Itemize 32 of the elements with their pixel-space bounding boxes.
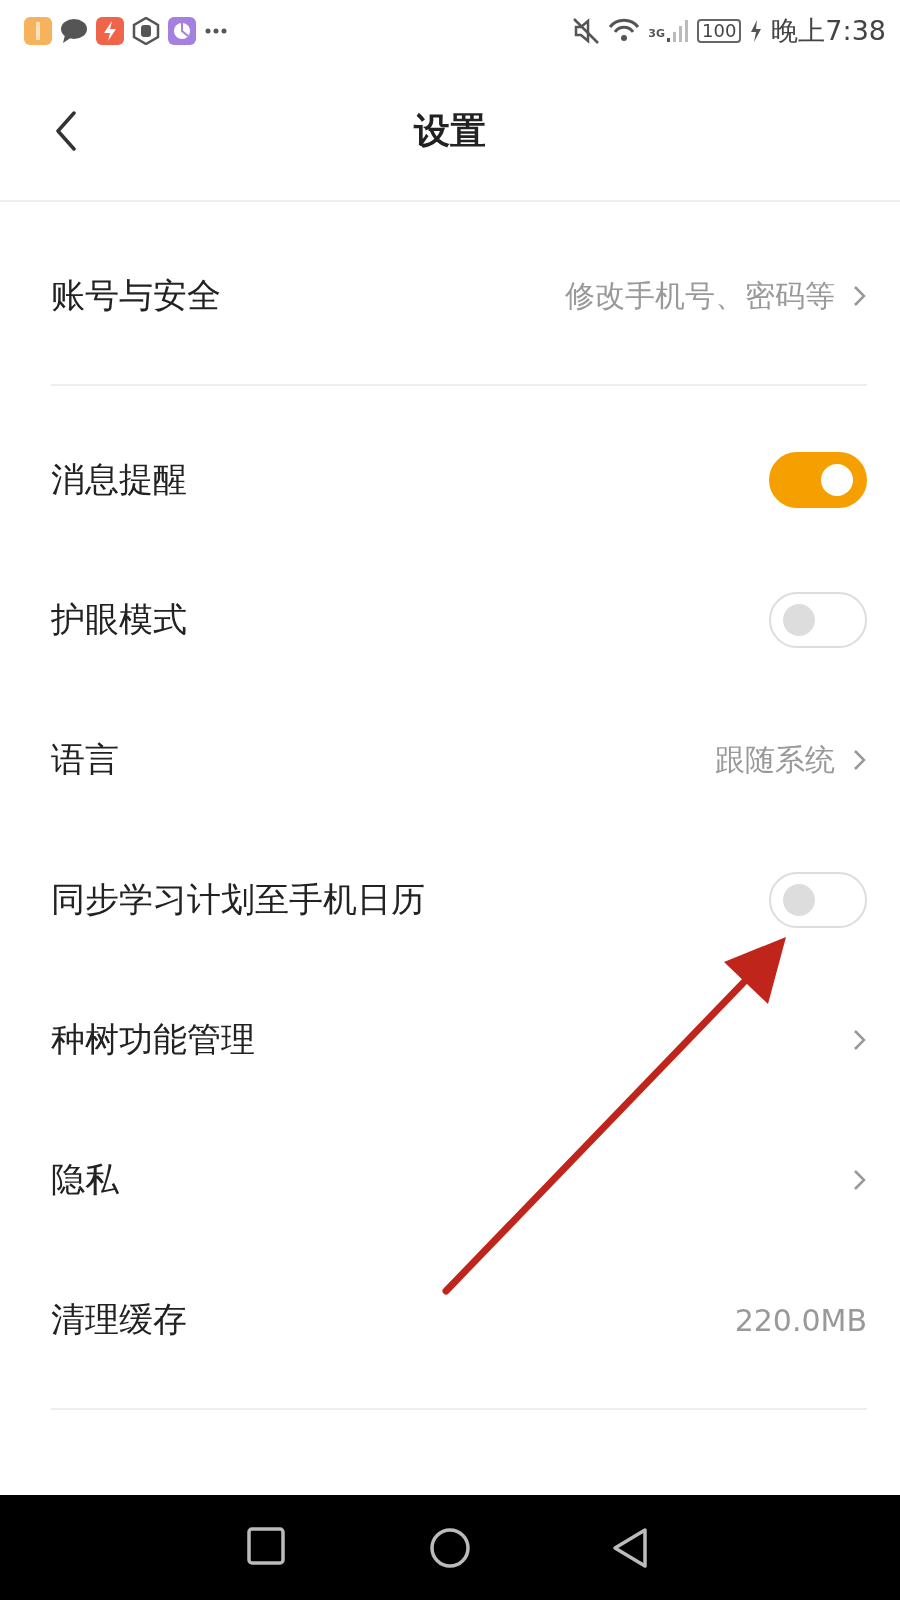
chevron-right-icon [853,285,867,307]
chat-bubble-icon [60,17,88,45]
back-icon [54,111,78,151]
charging-icon [749,19,764,43]
setting-value: 修改手机号、密码等 [565,276,835,315]
toggle-switch[interactable] [769,452,867,508]
chart-app-icon [168,17,196,45]
setting-label: 护眼模式 [51,598,188,641]
chevron-right-icon [853,1169,867,1191]
lightning-icon [96,17,124,45]
setting-label: 清理缓存 [51,1298,188,1341]
cache-size: 220.0MB [734,1302,867,1338]
battery-level: 100 [697,19,742,43]
home-icon [429,1526,471,1569]
toggle-switch[interactable] [769,872,867,928]
setting-value: 跟随系统 [715,740,835,779]
clock: 晚上7:38 [771,14,886,48]
setting-label: 同步学习计划至手机日历 [51,878,426,921]
setting-label: 隐私 [51,1158,120,1201]
setting-label: 消息提醒 [51,458,188,501]
mute-icon [572,17,601,45]
toggle-switch[interactable] [769,592,867,648]
setting-label: 种树功能管理 [51,1018,256,1061]
signal-icon [667,18,689,44]
home-button[interactable] [429,1526,471,1569]
setting-label: 语言 [51,738,120,781]
chevron-right-icon [853,1029,867,1051]
chevron-right-icon [853,749,867,771]
app-notification-icon [24,17,52,45]
setting-label: 账号与安全 [51,274,222,317]
network-type: 3G [648,27,665,40]
page-title: 设置 [414,108,486,153]
